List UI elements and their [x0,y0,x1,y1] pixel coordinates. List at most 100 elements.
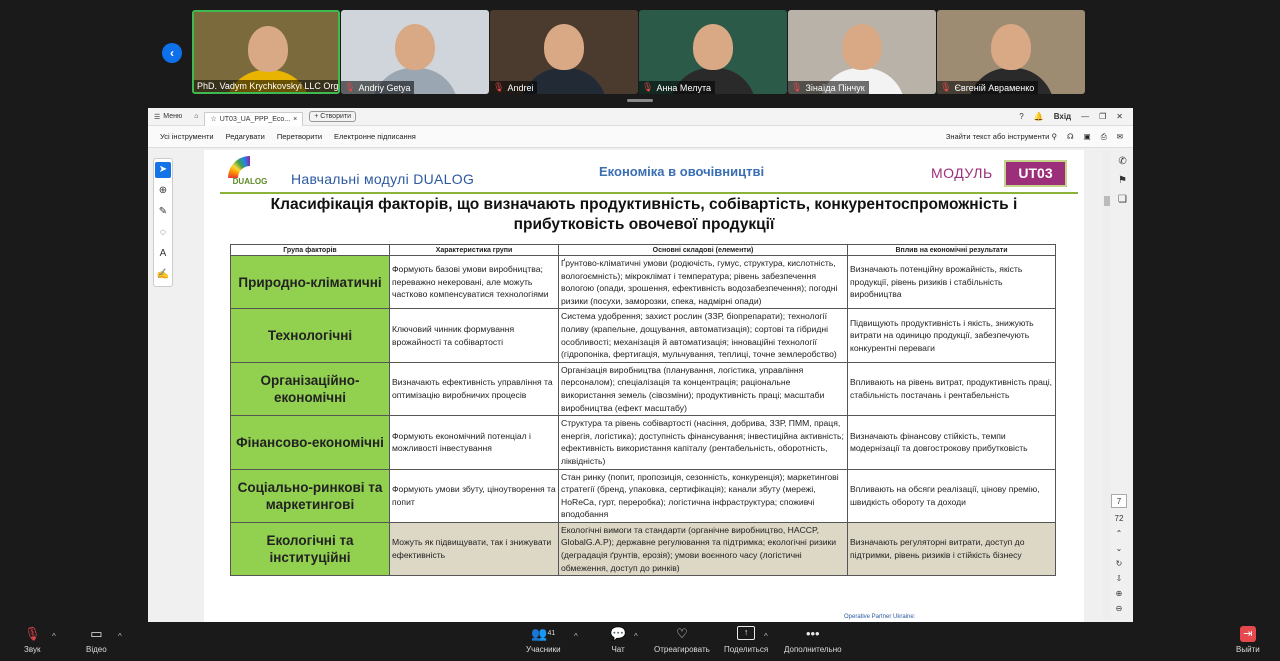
table-row: Соціально-ринкові та маркетингові Формуют… [230,468,1056,523]
toolbar-all-tools[interactable]: Усі інструменти [154,132,220,141]
rotate-icon[interactable]: ↻ [1116,559,1123,568]
elements-cell: Структура та рівень собівартості (насінн… [558,415,848,470]
zoom-icon[interactable]: ⊕ [155,183,171,199]
zoom-meeting-window: ‹ PhD. Vadym Krychkovskyi LLC Orga... 🎙 An… [0,0,1280,661]
participant-face [693,24,733,70]
page-up-icon[interactable]: ⌃ [1116,529,1123,538]
participant-name-tag: 🎙 Євгеній Авраменко [937,81,1039,94]
participant-tile[interactable]: 🎙 Анна Мелута [639,10,787,94]
home-button[interactable]: ⌂ [188,113,204,120]
audio-button[interactable]: 🎙 Звук [24,626,41,654]
participants-options-chevron-icon[interactable]: ^ [574,632,578,641]
email-icon[interactable]: ✉ [1117,132,1123,141]
react-label: Отреагировать [654,645,710,654]
group-description-cell: Формують умови збуту, ціноутворення та п… [389,468,559,523]
vertical-scrollbar[interactable] [1103,150,1111,620]
bookmark-icon[interactable]: ⚑ [1118,175,1127,186]
select-cursor-icon[interactable]: ➤ [155,162,171,178]
participant-tile[interactable]: PhD. Vadym Krychkovskyi LLC Orga... [192,10,340,94]
text-box-icon[interactable]: A [155,246,171,262]
impact-cell: Визначають потенційну врожайність, якіст… [847,254,1056,310]
exit-button[interactable]: ⇥ Выйти [1236,626,1260,654]
pages-icon[interactable]: ❏ [1118,194,1127,205]
module-code-badge: UT03 [1004,160,1067,187]
toolbar-edit[interactable]: Редагувати [220,132,271,141]
split-resize-handle[interactable] [627,99,653,102]
viewer-toolbar: Усі інструменти Редагувати Перетворити Е… [148,126,1133,148]
mic-muted-icon: 🎙 [642,82,654,92]
video-options-chevron-icon[interactable]: ^ [118,632,122,641]
impact-cell: Визначають регуляторні витрати, доступ д… [847,521,1056,577]
lasso-icon[interactable]: ◌ [155,225,171,241]
create-button[interactable]: + Створити [309,111,356,122]
toolbar-convert[interactable]: Перетворити [271,132,328,141]
elements-cell: Система удобрення; захист рослин (ЗЗР, б… [558,308,848,363]
zoom-out-icon[interactable]: ⊖ [1116,604,1123,613]
partner-footer: Operative Partner Ukraine: [844,614,916,620]
zoom-in-icon[interactable]: ⊕ [1116,589,1123,598]
mic-muted-icon: 🎙 [24,626,41,641]
meeting-controls-bar: 🎙 Звук ^ ▭ Відео ^ 👥41 Учасники ^ 💬 Чат ^ ♡ О… [0,623,1280,661]
react-button[interactable]: ♡ Отреагировать [654,626,710,654]
download-icon[interactable]: ⇩ [1116,574,1123,583]
mic-muted-icon: 🎙 [791,82,803,92]
chat-options-chevron-icon[interactable]: ^ [634,632,638,641]
menu-button[interactable]: ☰ Меню [148,113,188,121]
pen-icon[interactable]: ✎ [155,204,171,220]
participant-name: Andrei [507,82,534,93]
video-button[interactable]: ▭ Відео [86,626,107,654]
help-icon[interactable]: ? [1019,112,1023,121]
more-dots-icon: ••• [805,626,820,641]
participant-strip: PhD. Vadym Krychkovskyi LLC Orga... 🎙 Andr… [192,10,1085,96]
search-tools-field[interactable]: Знайти текст або інструменти ⚲ [946,132,1057,141]
headset-icon[interactable]: ☊ [1067,132,1074,141]
participants-button[interactable]: 👥41 Учасники [526,626,561,654]
table-row: Екологічні та інституційні Можуть як підв… [230,521,1056,577]
page-number-field[interactable]: 7 [1111,494,1127,508]
chat-button[interactable]: 💬 Чат [610,626,626,654]
column-header: Основні складові (елементи) [558,244,848,256]
minimize-icon[interactable]: — [1081,112,1089,121]
share-button[interactable]: ↑ Поделиться [724,626,768,654]
participants-count: 41 [547,630,556,637]
maximize-icon[interactable]: ❐ [1099,112,1106,121]
bell-icon[interactable]: 🔔 [1034,112,1044,121]
print-icon[interactable]: ⎙ [1101,132,1107,142]
participant-tile[interactable]: 🎙 Євгеній Авраменко [937,10,1085,94]
menu-label: Меню [163,113,183,120]
login-button[interactable]: Вхід [1054,112,1071,121]
participant-name-tag: 🎙 Andrei [490,81,538,94]
stamp-icon[interactable]: ✍ [155,267,171,283]
participant-tile[interactable]: 🎙 Andrei [490,10,638,94]
dualog-logo: DUALOG [224,154,276,192]
page-down-icon[interactable]: ⌄ [1116,544,1123,553]
toolbar-esign[interactable]: Електронне підписання [328,132,422,141]
share-screen-icon: ↑ [737,626,756,640]
factor-group-cell: Організаційно-економічні [230,361,390,417]
exit-label: Выйти [1236,645,1260,654]
audio-label: Звук [24,645,41,654]
participant-name: Анна Мелута [656,82,711,93]
audio-options-chevron-icon[interactable]: ^ [52,632,56,641]
more-button[interactable]: ••• Дополнительно [784,626,842,654]
scroll-thumb[interactable] [1104,196,1110,206]
save-icon[interactable]: ▣ [1084,132,1091,141]
group-description-cell: Визначають ефективність управління та оп… [389,361,559,417]
participant-tile[interactable]: 🎙 Зінаїда Пінчук [788,10,936,94]
participant-name: Євгеній Авраменко [954,82,1035,93]
home-icon: ⌂ [194,113,199,120]
document-tab[interactable]: ☆ UT03_UA_PPP_Eco... × [204,111,304,126]
elements-cell: Ґрунтово-кліматичні умови (родючість, гу… [558,254,848,310]
participants-label: Учасники [526,645,561,654]
close-window-icon[interactable]: ✕ [1116,112,1123,121]
share-options-chevron-icon[interactable]: ^ [764,632,768,641]
chat-label: Чат [611,645,625,654]
page-total: 72 [1114,514,1124,523]
close-tab-icon[interactable]: × [293,116,297,123]
comment-icon[interactable]: ✆ [1118,156,1126,167]
factors-table: Група факторів Характеристика групи Осно… [230,244,1056,577]
participant-tile[interactable]: 🎙 Andriy Getya [341,10,489,94]
previous-participants-button[interactable]: ‹ [162,43,182,63]
factor-group-cell: Екологічні та інституційні [230,521,390,577]
table-row: Фінансово-економічні Формують економічний… [230,415,1056,470]
